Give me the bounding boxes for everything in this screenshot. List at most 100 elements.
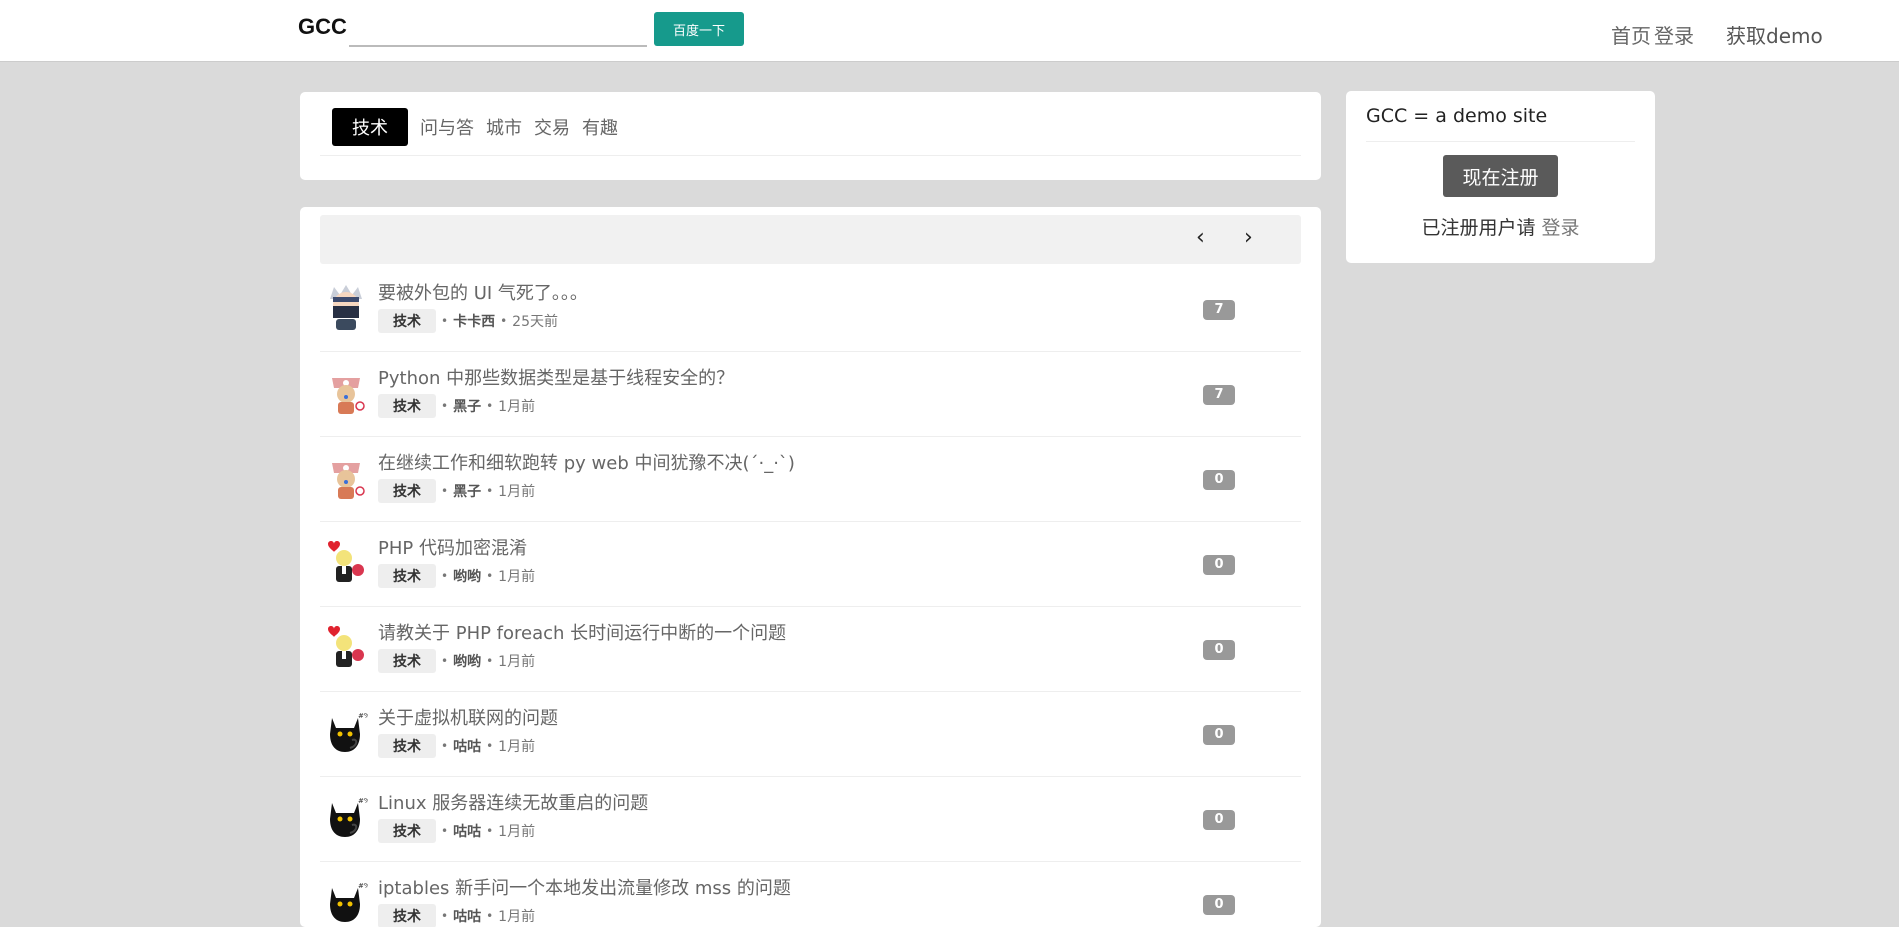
topic-meta: 技术 • 咕咕 • 1月前: [378, 904, 535, 927]
search-input[interactable]: [349, 14, 647, 47]
register-button[interactable]: 现在注册: [1443, 155, 1558, 197]
top-bar: GCC 百度一下 首页 登录 获取demo: [0, 0, 1899, 62]
topic-row[interactable]: 在继续工作和细软跑转 py web 中间犹豫不决(´·_·`) 技术 • 黑子 …: [320, 437, 1301, 522]
meta-separator: •: [486, 739, 494, 753]
topic-title[interactable]: Python 中那些数据类型是基于线程安全的？: [378, 364, 734, 390]
svg-text:#%: #%: [358, 797, 368, 805]
login-prompt-line: 已注册用户请 登录: [1346, 213, 1655, 240]
next-page-button[interactable]: ›: [1244, 225, 1253, 250]
nav-demo-link[interactable]: 获取demo: [1726, 20, 1823, 49]
topic-tag[interactable]: 技术: [378, 734, 436, 758]
sanji-avatar[interactable]: [324, 538, 368, 586]
topic-time: 25天前: [512, 314, 558, 330]
topic-meta: 技术 • 黑子 • 1月前: [378, 394, 535, 418]
topic-row[interactable]: #% 关于虚拟机联网的问题 技术 • 咕咕 • 1月前 0: [320, 692, 1301, 777]
topic-row[interactable]: PHP 代码加密混淆 技术 • 哟哟 • 1月前 0: [320, 522, 1301, 607]
topic-author[interactable]: 黑子: [453, 396, 481, 416]
tab-tech[interactable]: 技术: [332, 108, 408, 146]
meta-separator: •: [441, 909, 449, 923]
meta-separator: •: [486, 399, 494, 413]
topic-tag[interactable]: 技术: [378, 564, 436, 588]
topic-row[interactable]: #% Linux 服务器连续无故重启的问题 技术 • 咕咕 • 1月前 0: [320, 777, 1301, 862]
meta-separator: •: [441, 654, 449, 668]
meta-separator: •: [486, 824, 494, 838]
reply-count-badge: 0: [1203, 895, 1235, 915]
meta-separator: •: [486, 484, 494, 498]
reply-count-badge: 0: [1203, 470, 1235, 490]
search-button[interactable]: 百度一下: [654, 12, 744, 46]
tabs-divider: [320, 155, 1301, 156]
meta-separator: •: [441, 739, 449, 753]
meta-separator: •: [486, 569, 494, 583]
meta-separator: •: [441, 569, 449, 583]
black-cat-avatar[interactable]: #%: [324, 793, 368, 841]
reply-count-badge: 7: [1203, 300, 1235, 320]
topic-meta: 技术 • 黑子 • 1月前: [378, 479, 535, 503]
topic-title[interactable]: iptables 新手问一个本地发出流量修改 mss 的问题: [378, 874, 791, 900]
reply-count-badge: 7: [1203, 385, 1235, 405]
meta-separator: •: [486, 909, 494, 923]
sidebar-login-link[interactable]: 登录: [1542, 217, 1580, 239]
topic-row[interactable]: Python 中那些数据类型是基于线程安全的？ 技术 • 黑子 • 1月前 7: [320, 352, 1301, 437]
meta-separator: •: [500, 314, 508, 328]
category-tabs-card: 技术 问与答 城市 交易 有趣: [300, 92, 1321, 180]
sidebar-card: GCC = a demo site 现在注册 已注册用户请 登录: [1346, 91, 1655, 263]
prev-page-button[interactable]: ‹: [1196, 225, 1205, 250]
topic-row[interactable]: #% iptables 新手问一个本地发出流量修改 mss 的问题 技术 • 咕…: [320, 862, 1301, 927]
meta-separator: •: [486, 654, 494, 668]
topic-author[interactable]: 黑子: [453, 481, 481, 501]
login-prompt: 已注册用户请: [1421, 217, 1536, 239]
topic-row[interactable]: 要被外包的 UI 气死了。。。 技术 • 卡卡西 • 25天前 7: [320, 267, 1301, 352]
sidebar-title: GCC = a demo site: [1366, 105, 1548, 127]
nav-login-link[interactable]: 登录: [1654, 20, 1694, 49]
topic-meta: 技术 • 咕咕 • 1月前: [378, 819, 535, 843]
topic-title[interactable]: 要被外包的 UI 气死了。。。: [378, 279, 588, 305]
tab-trade[interactable]: 交易: [534, 114, 570, 140]
topic-time: 1月前: [498, 569, 536, 585]
meta-separator: •: [441, 314, 449, 328]
tab-fun[interactable]: 有趣: [582, 114, 618, 140]
topic-meta: 技术 • 咕咕 • 1月前: [378, 734, 535, 758]
black-cat-avatar[interactable]: #%: [324, 878, 368, 926]
topic-author[interactable]: 咕咕: [453, 736, 481, 756]
topic-author[interactable]: 咕咕: [453, 821, 481, 841]
topic-time: 1月前: [498, 484, 536, 500]
topic-tag[interactable]: 技术: [378, 904, 436, 927]
list-header: ‹ ›: [320, 215, 1301, 264]
topic-tag[interactable]: 技术: [378, 479, 436, 503]
topic-title[interactable]: PHP 代码加密混淆: [378, 534, 527, 560]
topic-time: 1月前: [498, 739, 536, 755]
topic-author[interactable]: 哟哟: [453, 566, 481, 586]
nav-home-link[interactable]: 首页: [1611, 20, 1651, 49]
topic-time: 1月前: [498, 909, 536, 925]
black-cat-avatar[interactable]: #%: [324, 708, 368, 756]
topic-tag[interactable]: 技术: [378, 394, 436, 418]
topic-list-card: ‹ › 要被外包的 UI 气死了。。。 技术 • 卡卡西 • 25天前 7 Py…: [300, 207, 1321, 927]
sanji-avatar[interactable]: [324, 623, 368, 671]
topic-title[interactable]: 请教关于 PHP foreach 长时间运行中断的一个问题: [378, 619, 786, 645]
meta-separator: •: [441, 484, 449, 498]
topic-meta: 技术 • 哟哟 • 1月前: [378, 564, 535, 588]
tab-qa[interactable]: 问与答: [420, 114, 474, 140]
topic-row[interactable]: 请教关于 PHP foreach 长时间运行中断的一个问题 技术 • 哟哟 • …: [320, 607, 1301, 692]
reply-count-badge: 0: [1203, 725, 1235, 745]
topic-author[interactable]: 哟哟: [453, 651, 481, 671]
kakashi-avatar[interactable]: [324, 283, 368, 331]
topic-title[interactable]: 在继续工作和细软跑转 py web 中间犹豫不决(´·_·`): [378, 449, 795, 475]
topic-time: 1月前: [498, 824, 536, 840]
tab-city[interactable]: 城市: [486, 114, 522, 140]
site-logo[interactable]: GCC: [298, 14, 347, 40]
reply-count-badge: 0: [1203, 555, 1235, 575]
topic-author[interactable]: 咕咕: [453, 906, 481, 926]
chopper-avatar[interactable]: [324, 368, 368, 416]
topic-title[interactable]: Linux 服务器连续无故重启的问题: [378, 789, 648, 815]
topic-tag[interactable]: 技术: [378, 819, 436, 843]
svg-text:#%: #%: [358, 712, 368, 720]
topic-title[interactable]: 关于虚拟机联网的问题: [378, 704, 558, 730]
topic-tag[interactable]: 技术: [378, 649, 436, 673]
topic-author[interactable]: 卡卡西: [453, 311, 495, 331]
sidebar-divider: [1366, 141, 1635, 142]
topic-tag[interactable]: 技术: [378, 309, 436, 333]
meta-separator: •: [441, 399, 449, 413]
chopper-avatar[interactable]: [324, 453, 368, 501]
